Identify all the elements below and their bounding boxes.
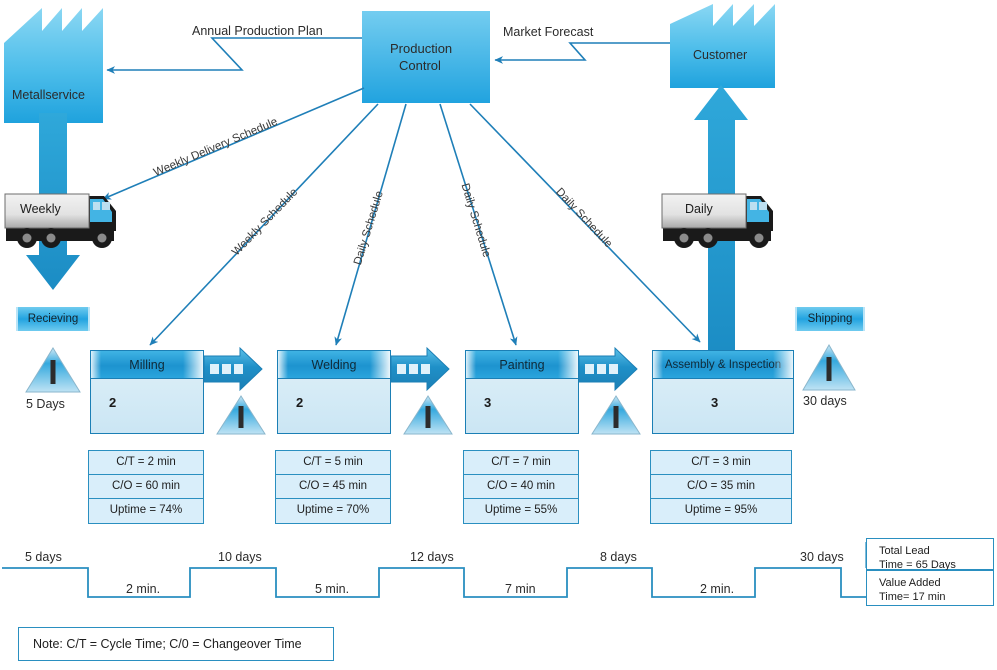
lead-time-label-5: 30 days [800, 550, 844, 564]
lead-time-label-4: 8 days [600, 550, 637, 564]
push-arrow-painting-assembly [578, 346, 638, 392]
process-time-label-4: 2 min. [700, 582, 735, 596]
process-body-painting: 3 [466, 379, 578, 431]
value-stream-map-canvas: Metallservice Customer Production Contro… [0, 0, 997, 670]
shipping-tab: Shipping [795, 307, 865, 331]
metric-co-milling: C/O = 60 min [89, 475, 203, 499]
inventory-triangle-receiving [25, 347, 81, 393]
lead-time-label-3: 12 days [410, 550, 454, 564]
process-body-welding: 2 [278, 379, 390, 431]
process-box-welding[interactable]: Welding 2 [277, 350, 391, 434]
process-time-label-3: 7 min [505, 582, 536, 596]
inventory-label-receiving: 5 Days [26, 397, 65, 411]
market-forecast-flow [494, 42, 670, 64]
market-forecast-label: Market Forecast [503, 25, 594, 39]
metric-co-assembly: C/O = 35 min [651, 475, 791, 499]
process-box-milling[interactable]: Milling 2 [90, 350, 204, 434]
metric-ct-welding: C/T = 5 min [276, 451, 390, 475]
customer-factory-icon [670, 4, 775, 88]
process-title-welding: Welding [278, 351, 390, 379]
data-box-milling: C/T = 2 min C/O = 60 min Uptime = 74% [88, 450, 204, 524]
production-control-box [362, 11, 490, 103]
inventory-triangle-welding-painting [403, 395, 453, 435]
truck-label-daily: Daily [685, 202, 713, 216]
inventory-triangle-shipping [802, 344, 856, 391]
data-box-welding: C/T = 5 min C/O = 45 min Uptime = 70% [275, 450, 391, 524]
truck-label-weekly: Weekly [20, 202, 61, 216]
process-title-milling: Milling [91, 351, 203, 379]
metric-uptime-welding: Uptime = 70% [296, 504, 370, 516]
value-added-time-line2: Time= 17 min [879, 591, 946, 603]
push-arrow-milling-welding [203, 346, 263, 392]
inventory-triangle-milling-welding [216, 395, 266, 435]
process-body-assembly: 3 [653, 379, 793, 431]
process-box-assembly[interactable]: Assembly & Inspection 3 [652, 350, 794, 434]
diagram-vector-layer [2, 4, 920, 598]
metric-ct-milling: C/T = 2 min [89, 451, 203, 475]
lead-time-label-2: 10 days [218, 550, 262, 564]
metric-uptime-milling: Uptime = 74% [109, 504, 183, 516]
process-title-assembly: Assembly & Inspection [653, 351, 793, 379]
inventory-label-shipping: 30 days [803, 394, 847, 408]
process-box-painting[interactable]: Painting 3 [465, 350, 579, 434]
operator-count-painting: 3 [484, 395, 492, 410]
metric-co-welding: C/O = 45 min [276, 475, 390, 499]
data-box-painting: C/T = 7 min C/O = 40 min Uptime = 55% [463, 450, 579, 524]
process-time-label-2: 5 min. [315, 582, 350, 596]
production-control-line2: Control [399, 58, 441, 73]
metric-uptime-painting: Uptime = 55% [484, 504, 558, 516]
supplier-label: Metallservice [12, 88, 85, 102]
process-title-painting: Painting [466, 351, 578, 379]
process-time-label-1: 2 min. [126, 582, 161, 596]
production-control-line1: Production [390, 41, 453, 56]
annual-production-plan-flow [106, 37, 362, 74]
lead-time-label-1: 5 days [25, 550, 62, 564]
total-lead-time-box: Total Lead Time = 65 Days [866, 538, 994, 571]
value-added-time-box: Value Added Time= 17 min [866, 570, 994, 606]
supplier-factory-icon [4, 8, 103, 123]
customer-label: Customer [693, 48, 748, 62]
operator-count-assembly: 3 [711, 395, 719, 410]
operator-count-welding: 2 [296, 395, 304, 410]
metric-co-painting: C/O = 40 min [464, 475, 578, 499]
metric-ct-assembly: C/T = 3 min [651, 451, 791, 475]
push-arrow-welding-painting [390, 346, 450, 392]
truck-icon-daily [661, 193, 773, 248]
annual-production-plan-label: Annual Production Plan [192, 24, 323, 38]
receiving-tab: Recieving [16, 307, 90, 331]
operator-count-milling: 2 [109, 395, 117, 410]
value-added-time-line1: Value Added [879, 577, 941, 589]
total-lead-time-line1: Total Lead [879, 545, 930, 557]
data-box-assembly: C/T = 3 min C/O = 35 min Uptime = 95% [650, 450, 792, 524]
inventory-triangle-painting-assembly [591, 395, 641, 435]
metric-ct-painting: C/T = 7 min [464, 451, 578, 475]
note-box: Note: C/T = Cycle Time; C/0 = Changeover… [18, 627, 334, 661]
metric-uptime-assembly: Uptime = 95% [684, 504, 758, 516]
process-body-milling: 2 [91, 379, 203, 431]
